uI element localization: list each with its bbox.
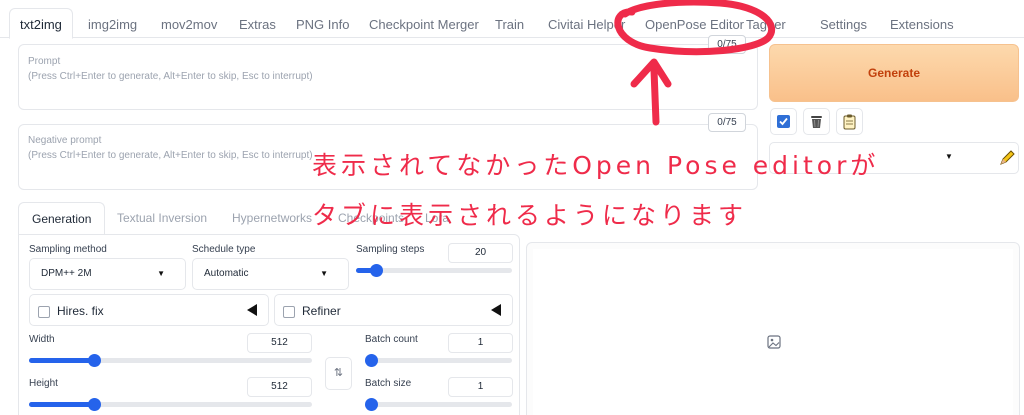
highlight-circle (614, 0, 776, 56)
annotation-text-line1: 表示されてなかったOpen Pose editorが (312, 151, 880, 180)
annotation-text-line2: タブに表示されるようになります (312, 201, 748, 230)
arrow-shaft (650, 66, 660, 126)
